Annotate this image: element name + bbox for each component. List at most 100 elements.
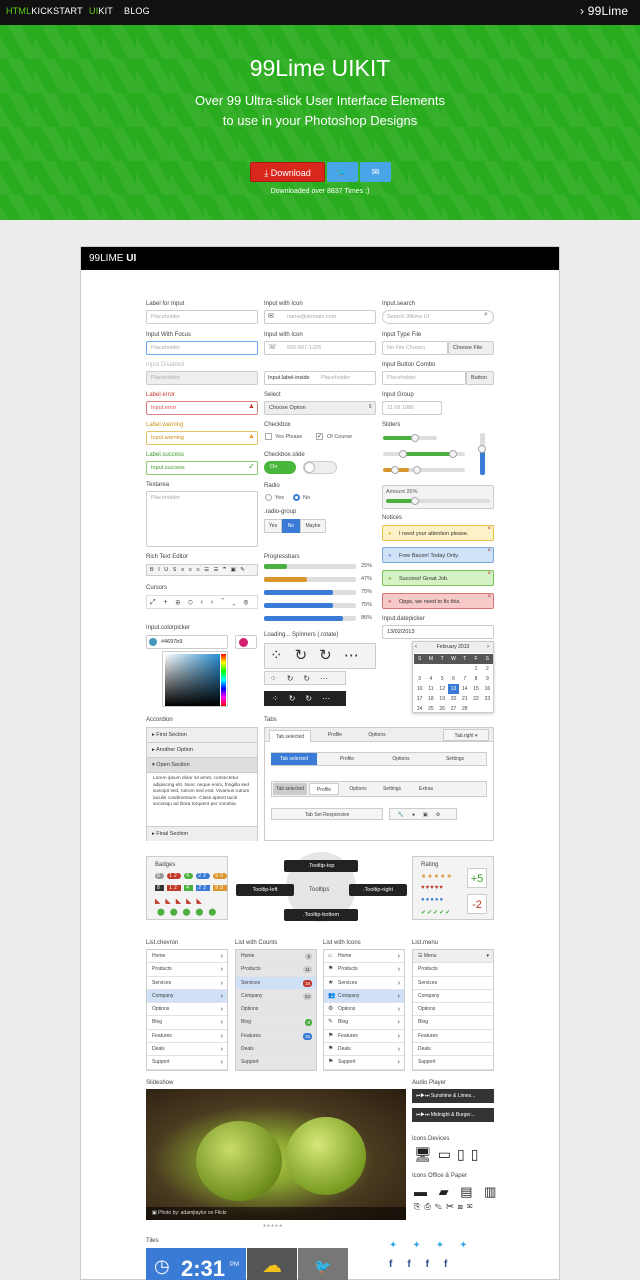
choose-file-button[interactable]: Choose File [448,341,494,355]
tab-3-options[interactable]: Options [343,783,373,795]
calendar-day[interactable]: 2 [482,664,493,674]
accordion-item-open[interactable]: ▾ Open Section [147,758,257,773]
nav-brand-link[interactable]: HTMLKICKSTART [6,6,83,16]
list-item[interactable]: Blog 8 [236,1016,316,1030]
list-item[interactable]: Features › [147,1030,227,1044]
accordion-item-4[interactable]: ▸ Final Section [147,826,257,841]
nav-uikit-link[interactable]: UIKIT [89,6,113,16]
list-item[interactable]: Blog [413,1016,493,1030]
file-input[interactable]: No File Chosen [382,341,448,355]
color-button[interactable] [235,635,257,649]
error-input[interactable]: Input.error [146,401,258,415]
nav-logo[interactable]: › 99Lime [580,4,628,18]
notice-close-icon[interactable]: × [487,521,491,537]
calendar-day[interactable]: 18 [425,694,436,704]
list-item[interactable]: Services › [147,977,227,990]
calendar-day[interactable]: 9 [482,674,493,684]
list-item[interactable]: Support [413,1056,493,1070]
tab-responsive[interactable]: Tab Set Responsive [271,808,383,820]
list-item[interactable]: Products › [147,963,227,977]
audio-player-1[interactable]: ⏮▶⏭ Sunshine & Limes... [412,1089,494,1103]
slide-toggle-on[interactable]: On [264,461,296,474]
slider-3[interactable] [383,466,465,474]
accordion-item-1[interactable]: ▸ First Section [147,728,257,743]
calendar-day[interactable]: 8 [470,674,481,684]
list-item[interactable]: Company › [147,989,227,1004]
calendar-day[interactable]: 7 [459,674,470,684]
tab-1-options[interactable]: Options [357,729,397,741]
list-item[interactable]: ⌂ Home › [324,950,404,964]
download-button[interactable]: ⤓ Download [250,162,325,182]
list-item[interactable]: Support [236,1056,316,1070]
tile-twitter[interactable]: 🐦 [298,1248,348,1280]
rating-stars[interactable]: ★★★★★ [421,873,453,880]
slider-2[interactable] [383,450,465,458]
list-item[interactable]: Options › [147,1003,227,1017]
list-item[interactable]: Products 11 [236,963,316,977]
radio-no[interactable] [293,494,300,501]
text-input[interactable]: Placeholder [146,310,258,324]
notice-close-icon[interactable]: × [487,589,491,605]
vertical-slider[interactable] [478,433,486,475]
calendar-day[interactable]: 25 [425,704,436,714]
rating-hearts[interactable]: ♥♥♥♥♥ [421,885,444,891]
calendar-day[interactable]: 6 [448,674,459,684]
focus-input[interactable]: Placeholder [146,341,258,355]
radio-group-yes[interactable]: Yes [264,519,282,533]
slider-3-handle-a[interactable] [391,466,399,474]
calendar-day[interactable]: 27 [448,704,459,714]
warning-input[interactable]: Input.warning [146,431,258,445]
calendar-day[interactable]: 26 [437,704,448,714]
list-item[interactable]: Products [413,963,493,977]
rating-checks[interactable]: ✔✔✔✔✔ [421,909,451,916]
vote-plus[interactable]: +5 [467,868,487,888]
tab-icons[interactable]: 🔧●▣⚙ [389,808,457,820]
list-item[interactable]: Options [236,1003,316,1017]
audio-player-2[interactable]: ⏮▶⏭ Midnight & Burger... [412,1108,494,1122]
slider-2-handle-b[interactable] [449,450,457,458]
list-item[interactable]: Support › [147,1056,227,1070]
calendar-day[interactable]: 15 [470,684,481,694]
color-input[interactable]: #4697b9 [146,635,228,649]
calendar-day[interactable]: 12 [437,684,448,694]
list-item[interactable]: ⚑ Features › [324,1030,404,1044]
calendar-day[interactable]: 5 [437,674,448,684]
amount-slider-handle[interactable] [411,497,419,505]
rating-dots[interactable]: ●●●●● [421,897,444,903]
date-group-input[interactable]: 11 09 1980 [382,401,442,415]
tab-3-extras[interactable]: Extras [411,783,441,795]
calendar-next-icon[interactable]: › [487,642,489,653]
tab-2-options[interactable]: Options [377,753,425,765]
list-item[interactable]: Features 15 [236,1030,316,1044]
calendar-prev-icon[interactable]: ‹ [415,642,417,653]
checkbox-ofcourse[interactable]: ✓ [316,433,323,440]
accordion-item-2[interactable]: ▸ Another Option [147,743,257,758]
list-item[interactable]: Home › [147,950,227,964]
phone-input[interactable]: 555-567-1205 [264,341,376,355]
checkbox-yes[interactable] [265,433,272,440]
tab-2-profile[interactable]: Profile [323,753,371,765]
calendar-day[interactable]: 10 [414,684,425,694]
amount-slider[interactable] [386,497,490,505]
tab-3-selected[interactable]: Tab selected [273,783,307,795]
email-button[interactable]: ✉ [360,162,391,182]
slider-1-handle[interactable] [411,434,419,442]
list-item[interactable]: Services 16 [236,976,316,990]
calendar-day[interactable]: 4 [425,674,436,684]
color-picker-panel[interactable] [162,651,228,707]
radio-group-maybe[interactable]: Maybe [300,519,326,533]
slide-toggle-off[interactable] [303,461,337,474]
calendar-day[interactable]: 20 [448,694,459,704]
tab-3-profile[interactable]: Profile [309,783,339,795]
list-item[interactable]: ⚙ Options › [324,1003,404,1017]
calendar-day[interactable]: 11 [425,684,436,694]
notice-close-icon[interactable]: × [487,566,491,582]
slider-3-handle-b[interactable] [413,466,421,474]
list-item[interactable]: Options [413,1003,493,1017]
rte-toolbar[interactable]: B I U S ≡ ≡ ≡ ☰ ☰ ❞ ▣ ✎ [146,564,258,576]
calendar-day[interactable]: 13 [447,684,460,694]
calendar-day[interactable]: 24 [414,704,425,714]
tab-2-selected[interactable]: Tab selected [271,753,317,765]
calendar-day[interactable]: 1 [470,664,481,674]
calendar-day[interactable]: 19 [437,694,448,704]
